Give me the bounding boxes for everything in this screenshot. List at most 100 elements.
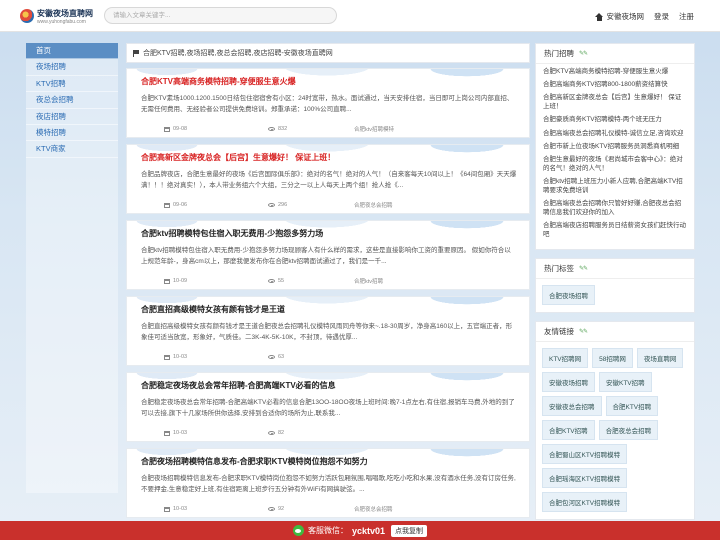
leaf-icon: ✎✎ (579, 265, 588, 272)
panel-title: 热门标签 (544, 263, 574, 273)
hot-recruit-item[interactable]: 合肥市新上位夜场KTV招聘服务员洞悉商机明细 (543, 143, 687, 152)
site-logo[interactable]: 安徽夜场直聘网 www.yuhongfabu.com (20, 7, 100, 27)
hot-recruit-item[interactable]: 合肥高端夜店招聘服务员日结薪资女孩们赶快行动吧 (543, 222, 687, 240)
sidebar-nav: 首页 夜场招聘 KTV招聘 夜总会招聘 夜店招聘 模特招聘 KTV商家 (26, 43, 118, 493)
calendar-icon (164, 278, 170, 284)
tag-item[interactable]: 合肥夜场招聘 (542, 284, 595, 305)
article-meta: 10-09 55 合肥ktv招聘 (127, 275, 529, 287)
leaf-icon: ✎✎ (579, 51, 588, 57)
article-date-text: 10-09 (173, 278, 188, 284)
sidebar-item-nightclub[interactable]: 夜场招聘 (26, 59, 118, 76)
wechat-id: ycktv01 (351, 525, 386, 536)
article-title[interactable]: 合肥直招高级模特女孩有颜有钱才是王道 (141, 304, 285, 315)
breadcrumb: 合肥KTV招聘,夜场招聘,夜总会招聘,夜店招聘-安徽夜场直聘网 (126, 43, 530, 63)
hot-recruit-panel: 热门招聘 ✎✎ 合肥KTV高端商务模特招聘-穿便服生意火爆 合肥高端商务KTV招… (535, 43, 695, 250)
article-date-text: 09-08 (173, 126, 188, 132)
sidebar-item-home[interactable]: 首页 (26, 43, 118, 60)
eye-icon (268, 203, 275, 207)
tag-list: 合肥夜场招聘 (536, 279, 694, 312)
contact-label: 客服微信： (307, 526, 348, 535)
friend-link[interactable]: 合肥包河区KTV招聘模特 (542, 491, 628, 512)
sidebar-item-merchant[interactable]: KTV商家 (26, 141, 118, 158)
article-date: 09-08 (164, 126, 187, 132)
article-summary: 合肥KTV素场1000.1200.1500日结包住宿宿舍有小区：24时宽带，热水… (141, 95, 514, 113)
article-category[interactable]: 合肥夜总会招聘 (354, 201, 393, 209)
article-card[interactable]: 合肥高新区金牌夜总会【后宫】生意爆好！ 保证上班！ 合肥品牌夜店，合肥生意最好的… (126, 144, 530, 214)
eye-icon (268, 355, 275, 359)
sidebar-item-ktv[interactable]: KTV招聘 (26, 76, 118, 93)
article-title[interactable]: 合肥KTV高端商务模特招聘-穿便服生意火爆 (141, 76, 296, 87)
sidebar-item-bar[interactable]: 夜店招聘 (26, 109, 118, 125)
hot-recruit-list: 合肥KTV高端商务模特招聘-穿便服生意火爆 合肥高端商务KTV招聘800-180… (536, 64, 694, 249)
eye-icon (268, 507, 275, 511)
article-views-count: 296 (278, 202, 288, 208)
article-meta: 10-03 63 (127, 351, 529, 363)
friend-link[interactable]: 安徽KTV招聘 (599, 371, 652, 392)
article-title[interactable]: 合肥稳定夜场夜总会常年招聘-合肥高端KTV必看的信息 (141, 380, 336, 391)
article-title[interactable]: 合肥夜场招聘模特信息发布-合肥求职KTV模特岗位抱怨不如努力 (141, 456, 368, 467)
friend-link[interactable]: 合肥KTV招聘 (605, 395, 659, 416)
panel-heading: 热门招聘 ✎✎ (536, 44, 694, 64)
article-card[interactable]: 合肥夜场招聘模特信息发布-合肥求职KTV模特岗位抱怨不如努力 合肥夜场招聘模特信… (126, 448, 530, 518)
calendar-icon (164, 126, 170, 132)
hot-recruit-item[interactable]: 合肥豪质商务KTV招聘模特-两个班无压力 (543, 116, 687, 125)
search-input[interactable] (104, 7, 337, 24)
copy-button[interactable]: 点我复制 (391, 524, 428, 537)
friend-link[interactable]: 安徽夜场招聘 (542, 371, 595, 392)
article-views: 63 (268, 354, 284, 360)
friend-link[interactable]: 安徽夜总会招聘 (542, 395, 602, 416)
eye-icon (268, 431, 275, 435)
article-title[interactable]: 合肥ktv招聘模特包住宿入职无费用-少抱怨多努力场 (141, 228, 323, 239)
article-title[interactable]: 合肥高新区金牌夜总会【后宫】生意爆好！ 保证上班！ (141, 152, 335, 163)
link-list: KTV招聘网 58招聘网 夜场直聘网 安徽夜场招聘 安徽KTV招聘 安徽夜总会招… (536, 342, 694, 519)
friend-link[interactable]: 合肥夜总会招聘 (598, 419, 659, 440)
friend-link[interactable]: 夜场直聘网 (636, 347, 684, 368)
article-views-count: 92 (278, 506, 285, 512)
sidebar-item-model[interactable]: 模特招聘 (26, 125, 118, 142)
article-card[interactable]: 合肥ktv招聘模特包住宿入职无费用-少抱怨多努力场 合肥ktv招聘模特包住宿入职… (126, 220, 530, 290)
article-date-text: 10-03 (173, 430, 188, 436)
hot-recruit-item[interactable]: 合肥KTV高端商务模特招聘-穿便服生意火爆 (543, 68, 687, 77)
breadcrumb-text: 合肥KTV招聘,夜场招聘,夜总会招聘,夜店招聘-安徽夜场直聘网 (143, 50, 333, 57)
register-link[interactable]: 注册 (679, 11, 694, 22)
hot-recruit-item[interactable]: 合肥高端夜总会招聘礼仪模特-诚信立足,咨询欢迎 (543, 130, 687, 139)
article-category[interactable]: 合肥ktv招聘模特 (354, 125, 394, 133)
hot-tags-panel: 热门标签 ✎✎ 合肥夜场招聘 (535, 257, 695, 313)
article-date: 10-09 (164, 278, 187, 284)
calendar-icon (164, 354, 170, 360)
article-card[interactable]: 合肥KTV高端商务模特招聘-穿便服生意火爆 合肥KTV素场1000.1200.1… (126, 68, 530, 138)
article-views: 55 (268, 278, 284, 284)
article-summary: 合肥ktv招聘模特包住宿入职无费用-少抱怨多努力场现顾客人有什么样的需求，这些是… (141, 247, 511, 265)
article-date: 10-03 (164, 506, 187, 512)
calendar-icon (164, 430, 170, 436)
article-meta: 09-08 832 合肥ktv招聘模特 (127, 123, 529, 135)
sidebar-item-club[interactable]: 夜总会招聘 (26, 92, 118, 109)
hot-recruit-item[interactable]: 合肥高端商务KTV招聘800-1800薪资结算快 (543, 81, 687, 90)
friend-link[interactable]: KTV招聘网 (542, 347, 589, 368)
hot-recruit-item[interactable]: 合肥生意最好的夜场《君尚城市会客中心》：绝对的名气！绝对的人气！ (543, 156, 687, 174)
friend-link[interactable]: 合肥蜀山区KTV招聘模特 (542, 443, 628, 464)
hot-recruit-item[interactable]: 合肥高新区金牌夜总会【后宫】生意爆好！ 保证上班！ (543, 94, 687, 112)
flag-icon (133, 49, 140, 57)
article-card[interactable]: 合肥稳定夜场夜总会常年招聘-合肥高端KTV必看的信息 合肥稳定夜场夜总会常年招聘… (126, 372, 530, 442)
hot-recruit-item[interactable]: 合肥高端夜总会招聘你只管好好赚,合肥夜总会招聘信息我们欢迎你的加入 (543, 200, 687, 218)
friend-link[interactable]: 合肥KTV招聘 (542, 419, 595, 440)
login-link[interactable]: 登录 (654, 11, 669, 22)
friend-link[interactable]: 合肥瑶海区KTV招聘模特 (542, 467, 628, 488)
logo-subtitle: www.yuhongfabu.com (37, 19, 86, 25)
article-category[interactable]: 合肥夜总会招聘 (354, 505, 393, 513)
article-summary: 合肥品牌夜店，合肥生意最好的夜场《后宫国际俱乐部》：绝对的名气！绝对的人气！（自… (141, 171, 517, 189)
panel-heading: 友情链接 ✎✎ (536, 322, 694, 342)
hot-recruit-item[interactable]: 合肥ktv招聘上班压力小新人应聘,合肥高端KTV招聘要求免费培训 (543, 178, 687, 196)
article-category[interactable]: 合肥ktv招聘 (354, 277, 383, 285)
article-card[interactable]: 合肥直招高级模特女孩有颜有钱才是王道 合肥直招高级模特女孩有颜有钱才是王道合肥夜… (126, 296, 530, 366)
article-meta: 10-03 82 (127, 427, 529, 439)
article-date: 10-03 (164, 354, 187, 360)
main-content: 合肥KTV招聘,夜场招聘,夜总会招聘,夜店招聘-安徽夜场直聘网 合肥KTV高端商… (126, 43, 530, 524)
home-link[interactable]: 安徽夜场网 (594, 11, 644, 22)
logo-icon (20, 9, 34, 23)
home-icon (594, 12, 604, 21)
friend-link[interactable]: 58招聘网 (592, 347, 633, 368)
top-nav: 安徽夜场网 登录 注册 (594, 11, 694, 22)
article-meta: 10-03 92 合肥夜总会招聘 (127, 503, 529, 515)
